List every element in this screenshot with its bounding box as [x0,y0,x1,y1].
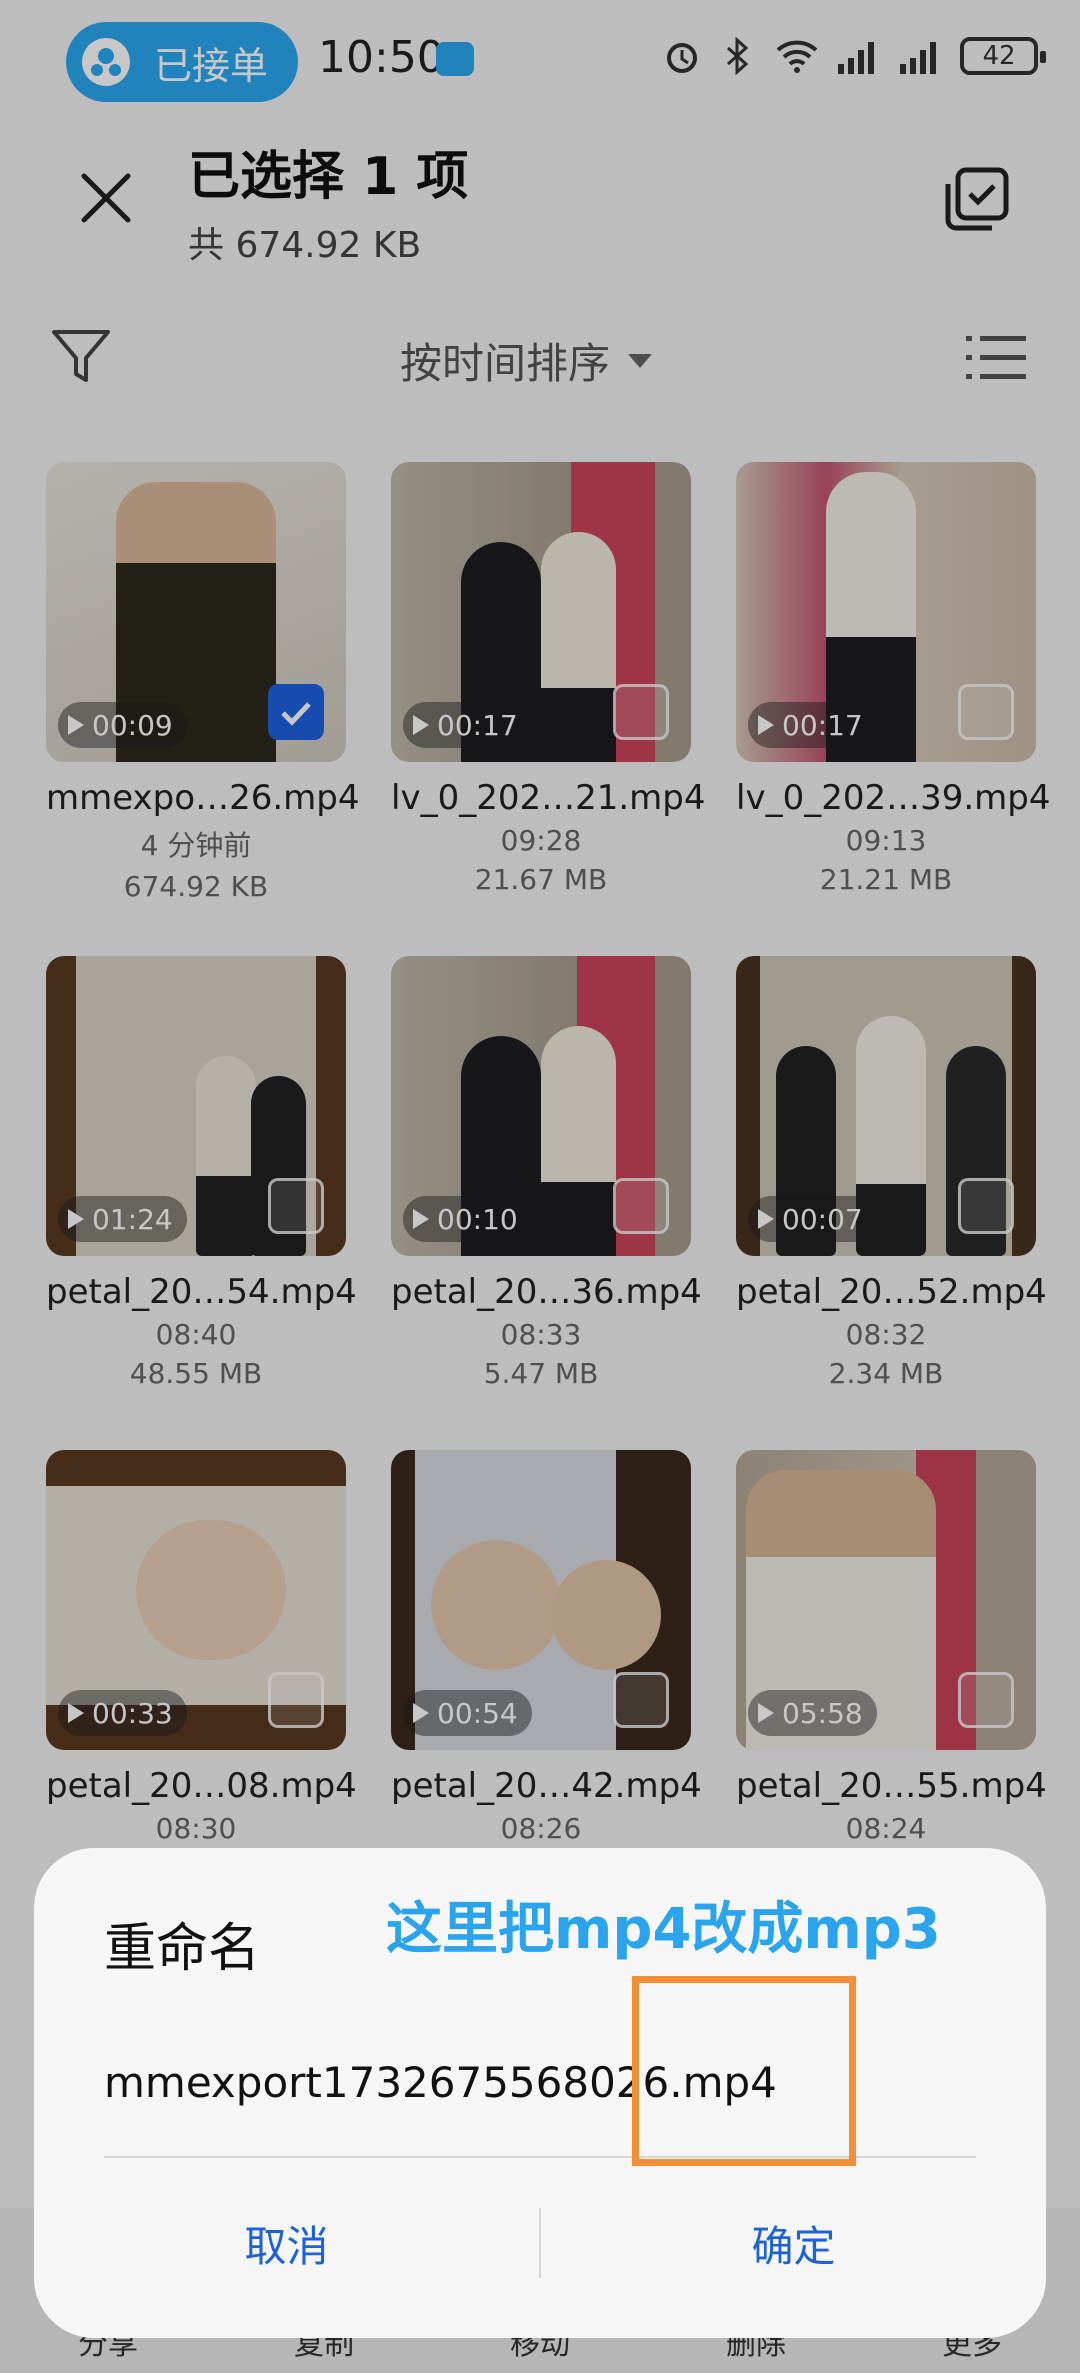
dialog-title: 重命名 [104,1919,261,1979]
tutorial-annotation: 这里把mp4改成mp3 [386,1897,941,1962]
annotation-highlight-box [632,1976,856,2166]
confirm-button[interactable]: 确定 [541,2213,1046,2274]
dialog-buttons: 取消 确定 [34,2178,1046,2308]
rename-dialog: 重命名 这里把mp4改成mp3 mmexport1732675568026.mp… [34,1848,1046,2338]
cancel-button[interactable]: 取消 [34,2213,539,2274]
